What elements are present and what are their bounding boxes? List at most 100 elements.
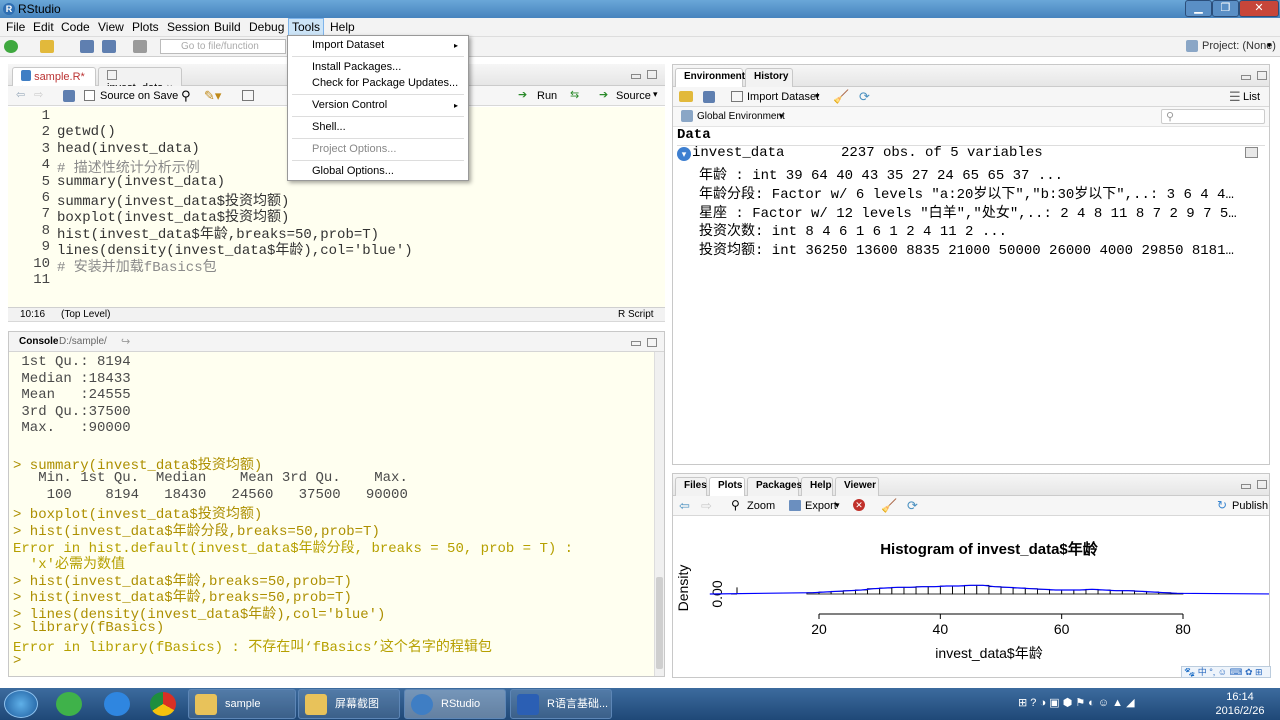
refresh-icon[interactable]: ⟳ — [907, 498, 918, 514]
remove-plot-icon[interactable]: ✕ — [853, 499, 865, 511]
tab-environment[interactable]: Environment — [675, 68, 745, 87]
taskbar-item-sample[interactable]: sample — [188, 689, 296, 719]
menu-item-version-control[interactable]: Version Control — [312, 99, 387, 111]
save-icon[interactable] — [63, 90, 75, 102]
minimize-pane-icon[interactable] — [1241, 75, 1251, 80]
tab-files[interactable]: Files — [675, 477, 707, 496]
code-line[interactable]: getwd() — [57, 124, 116, 140]
maximize-pane-icon[interactable] — [647, 338, 657, 347]
goto-directory-icon[interactable]: ↪ — [121, 335, 130, 348]
maximize-pane-icon[interactable] — [1257, 480, 1267, 489]
clock-time[interactable]: 16:14 — [1212, 691, 1268, 703]
menu-item-shell[interactable]: Shell... — [312, 121, 346, 133]
taskbar-item-word[interactable]: R语言基础... — [510, 689, 612, 719]
save-icon[interactable] — [80, 40, 94, 53]
menu-code[interactable]: Code — [61, 20, 90, 34]
back-arrow-icon[interactable]: ⇦ — [679, 498, 690, 514]
tab-help[interactable]: Help — [801, 477, 833, 496]
environment-tabbar: Environment History — [673, 65, 1269, 87]
menu-session[interactable]: Session — [167, 20, 210, 34]
new-file-icon[interactable] — [4, 40, 18, 53]
menu-item-check-updates[interactable]: Check for Package Updates... — [312, 77, 458, 89]
view-data-icon[interactable] — [1245, 147, 1258, 158]
goto-file-input[interactable]: Go to file/function — [160, 39, 286, 54]
menu-item-global-options[interactable]: Global Options... — [312, 165, 394, 177]
chrome-icon[interactable] — [150, 692, 176, 716]
menu-tools[interactable]: Tools — [288, 18, 325, 36]
back-arrow-icon[interactable]: ⇦ — [16, 88, 25, 101]
tab-packages[interactable]: Packages — [747, 477, 802, 496]
menu-item-install-packages[interactable]: Install Packages... — [312, 61, 401, 73]
code-line[interactable]: head(invest_data) — [57, 141, 200, 157]
environment-scope-selector[interactable]: Global Environment — [697, 111, 785, 122]
tab-history[interactable]: History — [745, 68, 793, 87]
menu-debug[interactable]: Debug — [249, 20, 284, 34]
minimize-button[interactable]: ▁ — [1185, 0, 1212, 17]
expand-object-icon[interactable]: ▾ — [677, 147, 691, 161]
clock-date[interactable]: 2016/2/26 — [1208, 705, 1272, 717]
project-selector[interactable]: Project: (None) — [1202, 40, 1276, 52]
taskbar-item-screenshots[interactable]: 屏幕截图 — [298, 689, 400, 719]
code-line[interactable]: summary(invest_data) — [57, 174, 225, 190]
menu-help[interactable]: Help — [330, 20, 355, 34]
load-workspace-icon[interactable] — [679, 91, 693, 102]
object-name[interactable]: invest_data — [692, 145, 784, 161]
minimize-pane-icon[interactable] — [1241, 484, 1251, 489]
start-button[interactable] — [4, 690, 38, 718]
compile-report-icon[interactable] — [242, 90, 254, 101]
minimize-pane-icon[interactable] — [631, 74, 641, 79]
tab-invest-data[interactable]: invest_data × — [98, 67, 182, 94]
maximize-button[interactable]: ❐ — [1212, 0, 1239, 17]
search-icon[interactable]: ⚲ — [181, 88, 191, 104]
save-workspace-icon[interactable] — [703, 91, 715, 103]
print-icon[interactable] — [133, 40, 147, 53]
filetype-selector[interactable]: R Script — [618, 309, 654, 320]
menu-plots[interactable]: Plots — [132, 20, 159, 34]
histogram-bar — [903, 586, 917, 595]
run-button[interactable]: Run — [537, 90, 557, 102]
menu-view[interactable]: View — [98, 20, 124, 34]
code-line[interactable]: # 安装并加载fBasics包 — [57, 256, 217, 276]
console-output[interactable]: 1st Qu.: 8194 Median :18433 Mean :24555 … — [9, 352, 654, 676]
view-mode-selector[interactable]: List — [1243, 91, 1260, 103]
line-number: 8 — [41, 222, 50, 239]
r-file-icon — [21, 70, 31, 81]
export-button[interactable]: Export — [805, 500, 837, 512]
ime-toolbar[interactable]: 🐾 中 °, ☺ ⌨ ✿ ⊞ — [1181, 666, 1271, 678]
tab-plots[interactable]: Plots — [709, 477, 745, 496]
publish-button[interactable]: Publish — [1232, 500, 1268, 512]
menu-item-import-dataset[interactable]: Import Dataset — [312, 39, 384, 51]
console-scrollbar[interactable] — [654, 352, 664, 676]
tab-viewer[interactable]: Viewer — [835, 477, 879, 496]
zoom-button[interactable]: Zoom — [747, 500, 775, 512]
chevron-down-icon[interactable]: ▾ — [653, 89, 658, 100]
refresh-icon[interactable]: ⟳ — [859, 89, 870, 105]
tab-sample-r[interactable]: sample.R* × — [12, 67, 96, 95]
rerun-icon[interactable]: ⇆ — [570, 88, 579, 101]
maximize-pane-icon[interactable] — [647, 70, 657, 79]
source-button[interactable]: Source — [616, 90, 651, 102]
close-button[interactable]: ✕ — [1239, 0, 1279, 17]
minimize-pane-icon[interactable] — [631, 341, 641, 346]
scrollbar-thumb[interactable] — [656, 577, 663, 669]
forward-arrow-icon[interactable]: ⇨ — [701, 498, 712, 514]
line-number: 7 — [41, 206, 50, 223]
taskbar-app-icon[interactable] — [104, 692, 130, 716]
maximize-pane-icon[interactable] — [1257, 71, 1267, 80]
scope-selector[interactable]: (Top Level) — [61, 309, 110, 320]
system-tray[interactable]: ⊞ ? ◑ ▣ ⬢ ⚑ ◐ ☺ ▲ ◢ — [1018, 696, 1198, 712]
menu-edit[interactable]: Edit — [33, 20, 54, 34]
magic-wand-icon[interactable]: ✎▾ — [204, 88, 221, 104]
environment-search-input[interactable]: ⚲ — [1161, 109, 1265, 124]
import-dataset-button[interactable]: Import Dataset — [747, 91, 819, 103]
taskbar-item-rstudio[interactable]: RStudio — [404, 689, 506, 719]
menu-file[interactable]: File — [6, 20, 25, 34]
save-all-icon[interactable] — [102, 40, 116, 53]
forward-arrow-icon[interactable]: ⇨ — [34, 88, 43, 101]
menu-build[interactable]: Build — [214, 20, 241, 34]
source-on-save-checkbox[interactable] — [84, 90, 95, 101]
open-file-icon[interactable] — [40, 40, 54, 53]
taskbar-app-icon[interactable] — [56, 692, 82, 716]
broom-icon[interactable]: 🧹 — [833, 89, 849, 105]
broom-icon[interactable]: 🧹 — [881, 498, 897, 514]
